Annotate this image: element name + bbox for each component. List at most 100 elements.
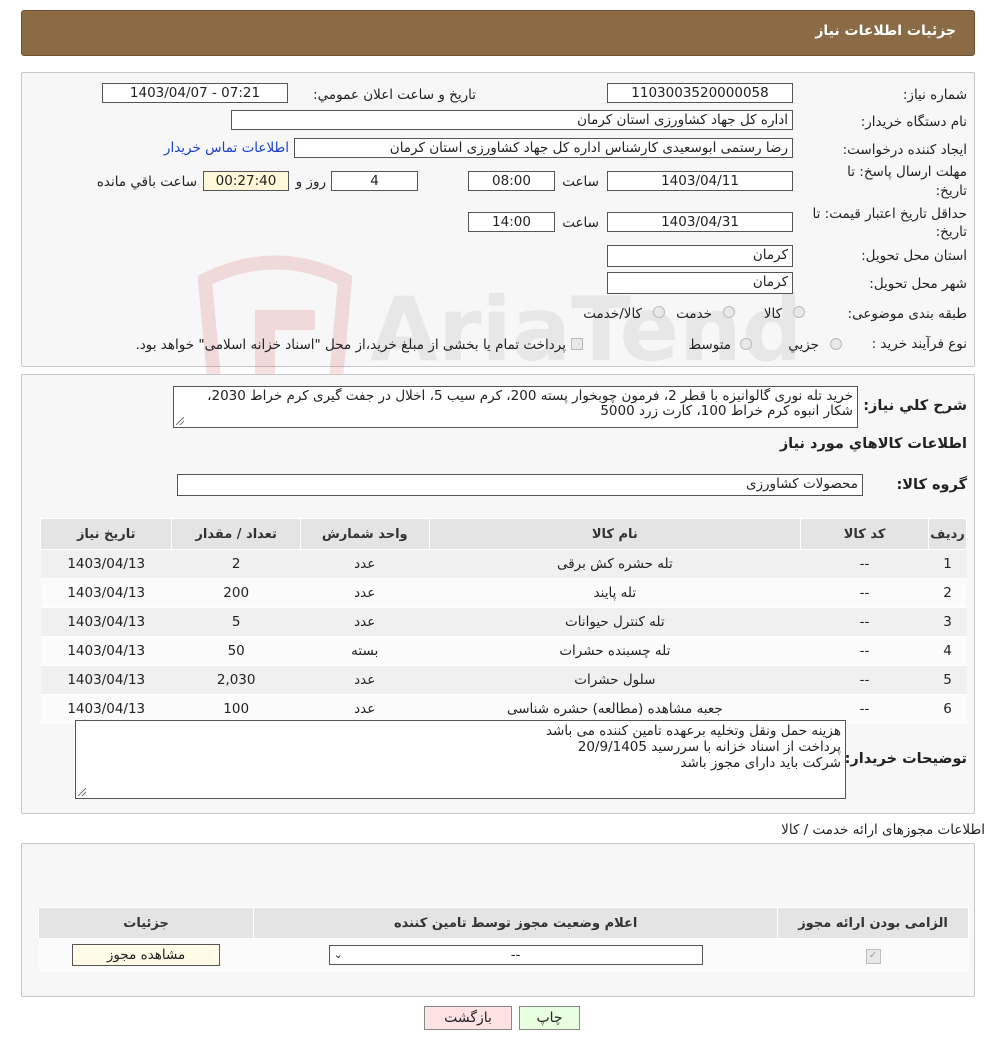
- buyer-notes-line-1: هزینه حمل ونقل وتخلیه برعهده تامین کننده…: [545, 723, 841, 739]
- category-radio-service[interactable]: [723, 306, 735, 318]
- buyer-notes-textarea[interactable]: هزینه حمل ونقل وتخلیه برعهده تامین کننده…: [75, 720, 846, 799]
- cell-name: تله کنترل حیوانات: [429, 607, 801, 637]
- cell-name: تله چسبنده حشرات: [429, 636, 801, 666]
- city-field: کرمان: [607, 272, 793, 294]
- deadline-time-field: 08:00: [468, 171, 555, 191]
- goods-group-field: محصولات کشاورزی: [177, 474, 863, 496]
- days-label: روز و: [295, 174, 326, 190]
- resize-handle-icon[interactable]: [78, 788, 86, 796]
- process-radio-minor[interactable]: [830, 338, 842, 350]
- deadline-label: مهلت ارسال پاسخ: تا: [847, 164, 967, 180]
- cell-qty: 50: [171, 636, 301, 666]
- category-option-goods: کالا: [763, 306, 782, 322]
- buyer-org-label: نام دستگاه خريدار:: [860, 114, 967, 130]
- description-textarea[interactable]: خرید تله نوری گالوانیزه با قطر 2، فرمون …: [173, 386, 858, 428]
- cell-unit: عدد: [300, 607, 430, 637]
- cell-code: --: [800, 665, 929, 695]
- col-date: تاريخ نياز: [39, 518, 173, 550]
- goods-section-title: اطلاعات کالاهاي مورد نياز: [779, 436, 967, 452]
- cell-row: 2: [928, 578, 967, 608]
- page-header: جزئیات اطلاعات نیاز: [21, 10, 975, 56]
- col-name: نام کالا: [428, 518, 802, 550]
- permit-status-select[interactable]: -- ⌄: [328, 945, 703, 965]
- view-permit-button[interactable]: مشاهده مجوز: [72, 944, 221, 966]
- cell-date: 1403/04/13: [40, 607, 172, 637]
- category-radio-goods-service[interactable]: [653, 306, 665, 318]
- cell-date: 1403/04/13: [40, 636, 172, 666]
- col-unit: واحد شمارش: [299, 518, 430, 550]
- col-permit-status: اعلام وضعیت مجوز توسط تامین کننده: [253, 907, 779, 939]
- col-code: کد کالا: [800, 518, 930, 550]
- validity-date-field: 1403/04/31: [607, 212, 793, 232]
- validity-time-label: ساعت: [562, 215, 599, 231]
- province-label: استان محل تحويل:: [861, 248, 967, 264]
- cell-name: سلول حشرات: [429, 665, 801, 695]
- cell-row: 1: [928, 549, 967, 579]
- need-number-field: 1103003520000058: [607, 83, 793, 103]
- col-permit-details: جزئیات: [37, 907, 255, 939]
- buyer-notes-line-2: پرداخت از اسناد خزانه با سررسید 20/9/140…: [577, 739, 841, 755]
- cell-unit: بسته: [300, 636, 430, 666]
- table-row: 1 -- تله حشره کش برقی عدد 2 1403/04/13: [40, 549, 967, 579]
- cell-qty: 2: [171, 549, 301, 579]
- buyer-notes-line-3: شرکت باید دارای مجوز باشد: [680, 755, 841, 771]
- col-permit-required: الزامی بودن ارائه مجوز: [777, 907, 969, 939]
- cell-row: 6: [928, 694, 967, 724]
- process-radio-medium[interactable]: [740, 338, 752, 350]
- process-label: نوع فرآيند خريد :: [871, 336, 967, 352]
- table-row: 3 -- تله کنترل حیوانات عدد 5 1403/04/13: [40, 607, 967, 637]
- city-label: شهر محل تحويل:: [869, 276, 967, 292]
- cell-row: 5: [928, 665, 967, 695]
- resize-handle-icon[interactable]: [176, 417, 184, 425]
- cell-code: --: [800, 578, 929, 608]
- days-field: 4: [331, 171, 418, 191]
- permit-status-selected: --: [510, 947, 521, 963]
- table-row: 5 -- سلول حشرات عدد 2,030 1403/04/13: [40, 665, 967, 695]
- province-field: کرمان: [607, 245, 793, 267]
- deadline-time-label: ساعت: [562, 174, 599, 190]
- permit-required-checkbox[interactable]: ✓: [865, 949, 881, 964]
- print-button[interactable]: چاپ: [519, 1006, 580, 1030]
- back-button[interactable]: بازگشت: [424, 1006, 512, 1030]
- category-label: طبقه بندی موضوعی:: [847, 306, 967, 322]
- cell-date: 1403/04/13: [40, 549, 172, 579]
- cell-unit: عدد: [300, 665, 430, 695]
- need-number-label: شماره نیاز:: [902, 87, 967, 103]
- buyer-org-field: اداره کل جهاد کشاورزی استان کرمان: [231, 110, 793, 130]
- cell-code: --: [800, 607, 929, 637]
- table-row: 2 -- تله پایند عدد 200 1403/04/13: [40, 578, 967, 608]
- contact-buyer-link[interactable]: اطلاعات تماس خريدار: [164, 140, 289, 156]
- cell-name: تله حشره کش برقی: [429, 549, 801, 579]
- category-option-service: خدمت: [676, 306, 712, 322]
- category-option-goods-service: کالا/خدمت: [583, 306, 642, 322]
- chevron-down-icon: ⌄: [333, 948, 343, 961]
- cell-qty: 5: [171, 607, 301, 637]
- permits-table-header: الزامی بودن ارائه مجوز اعلام وضعیت مجوز …: [37, 907, 969, 939]
- validity-time-field: 14:00: [468, 212, 555, 232]
- description-label: شرح کلي نياز:: [863, 398, 967, 414]
- cell-qty: 200: [171, 578, 301, 608]
- deadline-label-2: تاريخ:: [935, 183, 967, 199]
- goods-group-label: گروه کالا:: [896, 477, 967, 493]
- table-row: ✓ -- ⌄ مشاهده مجوز: [38, 938, 969, 972]
- remaining-label: ساعت باقي مانده: [96, 174, 197, 190]
- col-qty: تعداد / مقدار: [171, 518, 301, 550]
- process-note-checkbox[interactable]: [571, 338, 583, 350]
- table-row: 4 -- تله چسبنده حشرات بسته 50 1403/04/13: [40, 636, 967, 666]
- goods-table: رديف کد کالا نام کالا واحد شمارش تعداد /…: [39, 518, 967, 724]
- cell-code: --: [800, 636, 929, 666]
- cell-date: 1403/04/13: [40, 578, 172, 608]
- validity-label-2: تاريخ:: [935, 224, 967, 240]
- cell-unit: عدد: [300, 578, 430, 608]
- permit-required-cell: ✓: [777, 938, 969, 972]
- remaining-time-field: 00:27:40: [203, 171, 289, 191]
- description-text: خرید تله نوری گالوانیزه با قطر 2، فرمون …: [207, 388, 853, 419]
- cell-qty: 2,030: [171, 665, 301, 695]
- goods-table-header: رديف کد کالا نام کالا واحد شمارش تعداد /…: [39, 518, 967, 550]
- permits-section-title: اطلاعات مجوزهای ارائه خدمت / کالا: [781, 822, 985, 838]
- cell-name: تله پایند: [429, 578, 801, 608]
- category-radio-goods[interactable]: [793, 306, 805, 318]
- creator-label: ايجاد کننده درخواست:: [842, 142, 967, 158]
- permit-details-cell: مشاهده مجوز: [38, 938, 254, 972]
- permits-table: الزامی بودن ارائه مجوز اعلام وضعیت مجوز …: [37, 907, 969, 972]
